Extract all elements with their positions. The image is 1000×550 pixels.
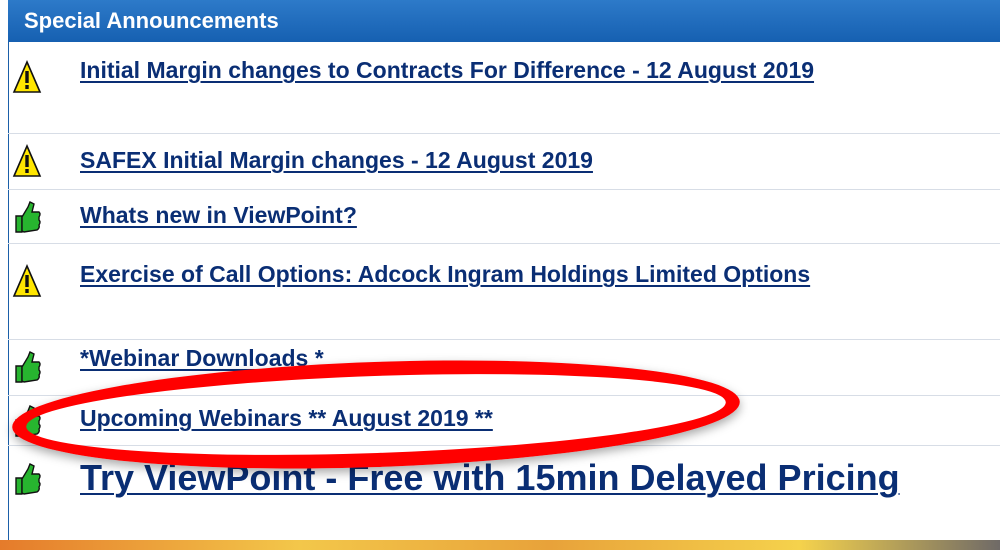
bottom-decorative-strip [0, 540, 1000, 550]
warning-icon [12, 144, 42, 177]
announcement-link[interactable]: Initial Margin changes to Contracts For … [80, 52, 920, 88]
announcement-link[interactable]: SAFEX Initial Margin changes - 12 August… [80, 142, 593, 178]
thumbs-up-icon [15, 201, 41, 233]
announcement-link[interactable]: Exercise of Call Options: Adcock Ingram … [80, 256, 980, 292]
warning-icon [12, 60, 42, 93]
warning-icon [12, 264, 42, 297]
announcement-row: SAFEX Initial Margin changes - 12 August… [8, 134, 1000, 190]
announcement-row: Initial Margin changes to Contracts For … [8, 42, 1000, 134]
thumbs-up-icon [15, 463, 41, 495]
announcement-row: Whats new in ViewPoint? [8, 190, 1000, 244]
announcement-link[interactable]: Whats new in ViewPoint? [80, 197, 357, 233]
panel-header: Special Announcements [8, 0, 1000, 42]
thumbs-up-icon [15, 351, 41, 383]
announcement-row: Exercise of Call Options: Adcock Ingram … [8, 244, 1000, 340]
